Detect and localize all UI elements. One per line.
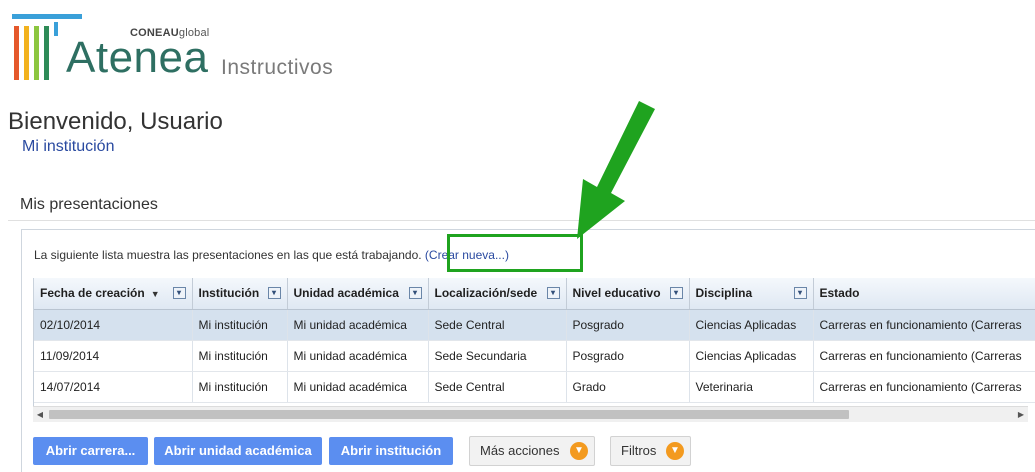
presentations-grid: Fecha de creación ▼ ▾ Institución ▾ Unidad … bbox=[33, 278, 1035, 406]
chevron-down-icon[interactable]: ▾ bbox=[408, 287, 422, 299]
chevron-down-icon: ▼ bbox=[666, 442, 684, 460]
column-header-sede[interactable]: Localización/sede ▾ bbox=[428, 278, 567, 310]
open-unit-button[interactable]: Abrir unidad académica bbox=[154, 437, 322, 465]
cell-unidad: Mi unidad académica bbox=[287, 340, 429, 372]
scrollbar-thumb[interactable] bbox=[49, 410, 849, 419]
filters-label: Filtros bbox=[621, 443, 657, 458]
chevron-down-icon: ▼ bbox=[570, 442, 588, 460]
more-actions-label: Más acciones bbox=[480, 443, 560, 458]
filters-button[interactable]: Filtros ▼ bbox=[610, 436, 691, 466]
cell-sede: Sede Central bbox=[428, 371, 567, 403]
cell-estado: Carreras en funcionamiento (Carreras bbox=[813, 340, 1035, 372]
intro-text: La siguiente lista muestra las presentac… bbox=[34, 248, 509, 262]
chevron-down-icon[interactable]: ▾ bbox=[546, 287, 560, 299]
cell-nivel: Grado bbox=[566, 371, 690, 403]
cell-disciplina: Veterinaria bbox=[689, 371, 814, 403]
cell-nivel: Posgrado bbox=[566, 309, 690, 341]
welcome-heading: Bienvenido, Usuario bbox=[8, 108, 223, 135]
chevron-down-icon[interactable]: ▾ bbox=[793, 287, 807, 299]
column-header-estado[interactable]: Estado▾ bbox=[813, 278, 1035, 310]
table-row[interactable]: 11/09/2014 Mi institución Mi unidad acad… bbox=[34, 340, 1035, 372]
column-header-disciplina[interactable]: Disciplina ▾ bbox=[689, 278, 814, 310]
chevron-down-icon[interactable]: ▾ bbox=[669, 287, 683, 299]
scroll-left-icon[interactable]: ◀ bbox=[33, 407, 47, 422]
cell-unidad: Mi unidad académica bbox=[287, 309, 429, 341]
more-actions-button[interactable]: Más acciones ▼ bbox=[469, 436, 595, 466]
cell-unidad: Mi unidad académica bbox=[287, 371, 429, 403]
cell-institucion: Mi institución bbox=[192, 371, 288, 403]
cell-fecha: 14/07/2014 bbox=[34, 371, 193, 403]
sort-desc-icon: ▼ bbox=[150, 289, 160, 300]
horizontal-scrollbar[interactable]: ◀ ▶ bbox=[33, 406, 1028, 422]
column-header-unidad[interactable]: Unidad académica ▾ bbox=[287, 278, 429, 310]
cell-estado: Carreras en funcionamiento (Carreras bbox=[813, 309, 1035, 341]
table-header-row: Fecha de creación ▼ ▾ Institución ▾ Unidad … bbox=[34, 278, 1035, 310]
column-header-fecha[interactable]: Fecha de creación ▼ ▾ bbox=[34, 278, 193, 310]
annotation-arrow-icon bbox=[577, 101, 655, 239]
section-divider bbox=[8, 220, 1035, 221]
cell-institucion: Mi institución bbox=[192, 309, 288, 341]
cell-sede: Sede Central bbox=[428, 309, 567, 341]
open-institution-button[interactable]: Abrir institución bbox=[329, 437, 453, 465]
cell-sede: Sede Secundaria bbox=[428, 340, 567, 372]
app-subtitle: Instructivos bbox=[221, 56, 334, 79]
cell-disciplina: Ciencias Aplicadas bbox=[689, 340, 814, 372]
section-title: Mis presentaciones bbox=[20, 196, 158, 213]
column-header-institucion[interactable]: Institución ▾ bbox=[192, 278, 288, 310]
chevron-down-icon[interactable]: ▾ bbox=[172, 287, 186, 299]
open-career-button[interactable]: Abrir carrera... bbox=[33, 437, 148, 465]
cell-fecha: 11/09/2014 bbox=[34, 340, 193, 372]
intro-label: La siguiente lista muestra las presentac… bbox=[34, 248, 422, 262]
table-row[interactable]: 02/10/2014 Mi institución Mi unidad acad… bbox=[34, 309, 1035, 341]
chevron-down-icon[interactable]: ▾ bbox=[267, 287, 281, 299]
cell-fecha: 02/10/2014 bbox=[34, 309, 193, 341]
scroll-right-icon[interactable]: ▶ bbox=[1014, 407, 1028, 422]
cell-disciplina: Ciencias Aplicadas bbox=[689, 309, 814, 341]
cell-nivel: Posgrado bbox=[566, 340, 690, 372]
institution-link[interactable]: Mi institución bbox=[22, 138, 114, 156]
cell-estado: Carreras en funcionamiento (Carreras bbox=[813, 371, 1035, 403]
app-name: Atenea bbox=[66, 33, 209, 82]
column-header-nivel[interactable]: Nivel educativo ▾ bbox=[566, 278, 690, 310]
table-row[interactable]: 14/07/2014 Mi institución Mi unidad acad… bbox=[34, 371, 1035, 403]
cell-institucion: Mi institución bbox=[192, 340, 288, 372]
